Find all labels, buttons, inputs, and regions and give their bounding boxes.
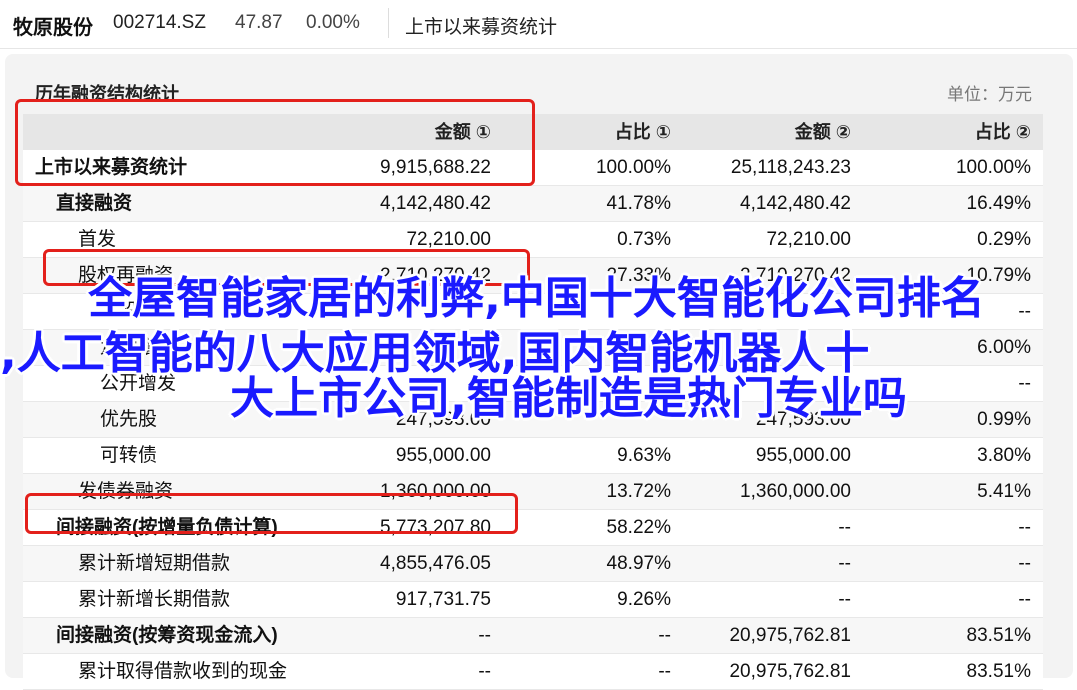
row-label: 累计新增短期借款 [78, 553, 231, 574]
header-divider [388, 8, 389, 38]
table-row[interactable]: 累计取得借款收到的现金 -- -- 20,975,762.81 83.51% [23, 654, 1043, 690]
amount-2-cell: -- [838, 589, 851, 610]
pct-1-cell: 9.26% [617, 589, 671, 610]
row-label: 累计新增长期借款 [78, 589, 231, 610]
stock-change: 0.00% [306, 12, 360, 33]
pct-1-cell: 58.22% [606, 517, 671, 538]
column-header-amount-1[interactable]: 金额 ① [435, 114, 491, 150]
row-label: 直接融资 [56, 193, 133, 214]
row-label: 可转债 [100, 445, 158, 466]
amount-2-cell: 25,118,243.23 [730, 157, 851, 178]
amount-2-cell: 20,975,762.81 [729, 661, 851, 682]
table-row[interactable]: 间接融资(按筹资现金流入) -- -- 20,975,762.81 83.51% [23, 618, 1043, 654]
pct-2-cell: 0.29% [977, 229, 1031, 250]
amount-2-cell: -- [838, 517, 851, 538]
amount-2-cell: -- [838, 553, 851, 574]
row-label: 累计取得借款收到的现金 [78, 661, 288, 682]
amount-2-cell: 20,975,762.81 [729, 625, 851, 646]
stock-code: 002714.SZ [113, 12, 206, 33]
pct-2-cell: -- [1018, 553, 1031, 574]
amount-2-cell: 1,360,000.00 [740, 481, 851, 502]
row-label: 间接融资(按筹资现金流入) [56, 625, 278, 646]
pct-2-cell: 3.80% [977, 445, 1031, 466]
tab-fundraising-stats[interactable]: 上市以来募资统计 [405, 12, 557, 39]
pct-2-cell: 16.49% [966, 193, 1031, 214]
pct-1-cell: 41.78% [606, 193, 671, 214]
table-row[interactable]: 上市以来募资统计 9,915,688.22 100.00% 25,118,243.23… [23, 150, 1043, 186]
pct-2-cell: 100.00% [955, 157, 1031, 178]
pct-2-cell: -- [1018, 589, 1031, 610]
stock-name[interactable]: 牧原股份 [13, 11, 93, 40]
amount-1-cell: 4,142,480.42 [380, 193, 491, 214]
amount-1-cell: 72,210.00 [406, 229, 491, 250]
pct-1-cell: 48.97% [606, 553, 671, 574]
stock-header: 牧原股份 002714.SZ 47.87 0.00% 上市以来募资统计 [0, 0, 1077, 49]
overlay-title-line-1: 全屋智能家居的利弊,中国十大智能化公司排名 [88, 273, 985, 324]
table-header: 金额 ① 占比 ① 金额 ② 占比 ② [23, 114, 1043, 150]
table-row[interactable]: 发债券融资 1,360,000.00 13.72% 1,360,000.00 5.41% [23, 474, 1043, 510]
amount-2-cell: 4,142,480.42 [740, 193, 851, 214]
amount-2-cell: 955,000.00 [755, 445, 851, 466]
stock-price: 47.87 [235, 12, 283, 33]
table-row[interactable]: 可转债 955,000.00 9.63% 955,000.00 3.80% [23, 438, 1043, 474]
pct-2-cell: 83.51% [966, 625, 1031, 646]
table-row[interactable]: 累计新增短期借款 4,855,476.05 48.97% -- -- [23, 546, 1043, 582]
column-header-amount-2[interactable]: 金额 ② [795, 114, 851, 150]
amount-1-cell: 4,855,476.05 [380, 553, 491, 574]
unit-label: 单位：万元 [947, 85, 1032, 104]
row-label: 首发 [78, 229, 117, 250]
amount-2-cell: 72,210.00 [766, 229, 851, 250]
amount-1-cell: -- [478, 661, 491, 682]
column-header-pct-1[interactable]: 占比 ① [615, 114, 671, 150]
row-label: 间接融资(按增量负债计算) [56, 517, 278, 538]
pct-2-cell: 83.51% [966, 661, 1031, 682]
table-row[interactable]: 间接融资(按增量负债计算) 5,773,207.80 58.22% -- -- [23, 510, 1043, 546]
pct-2-cell: -- [1018, 517, 1031, 538]
amount-1-cell: 917,731.75 [395, 589, 491, 610]
pct-1-cell: 100.00% [595, 157, 671, 178]
table-row[interactable]: 首发 72,210.00 0.73% 72,210.00 0.29% [23, 222, 1043, 258]
amount-1-cell: 1,360,000.00 [380, 481, 491, 502]
amount-1-cell: -- [478, 625, 491, 646]
amount-1-cell: 5,773,207.80 [380, 517, 491, 538]
pct-1-cell: 9.63% [617, 445, 671, 466]
panel-title: 历年融资结构统计 [35, 84, 179, 104]
amount-1-cell: 955,000.00 [395, 445, 491, 466]
pct-1-cell: 13.72% [606, 481, 671, 502]
row-label: 上市以来募资统计 [35, 157, 188, 178]
pct-1-cell: 0.73% [617, 229, 671, 250]
pct-1-cell: -- [658, 661, 671, 682]
column-header-pct-2[interactable]: 占比 ② [975, 114, 1031, 150]
pct-1-cell: -- [658, 625, 671, 646]
table-row[interactable]: 直接融资 4,142,480.42 41.78% 4,142,480.42 16.49% [23, 186, 1043, 222]
table-row[interactable]: 累计新增长期借款 917,731.75 9.26% -- -- [23, 582, 1043, 618]
amount-1-cell: 9,915,688.22 [380, 157, 491, 178]
overlay-title-line-3: 大上市公司,智能制造是热门专业吗 [230, 373, 907, 424]
pct-2-cell: 5.41% [977, 481, 1031, 502]
row-label: 发债券融资 [78, 481, 174, 502]
